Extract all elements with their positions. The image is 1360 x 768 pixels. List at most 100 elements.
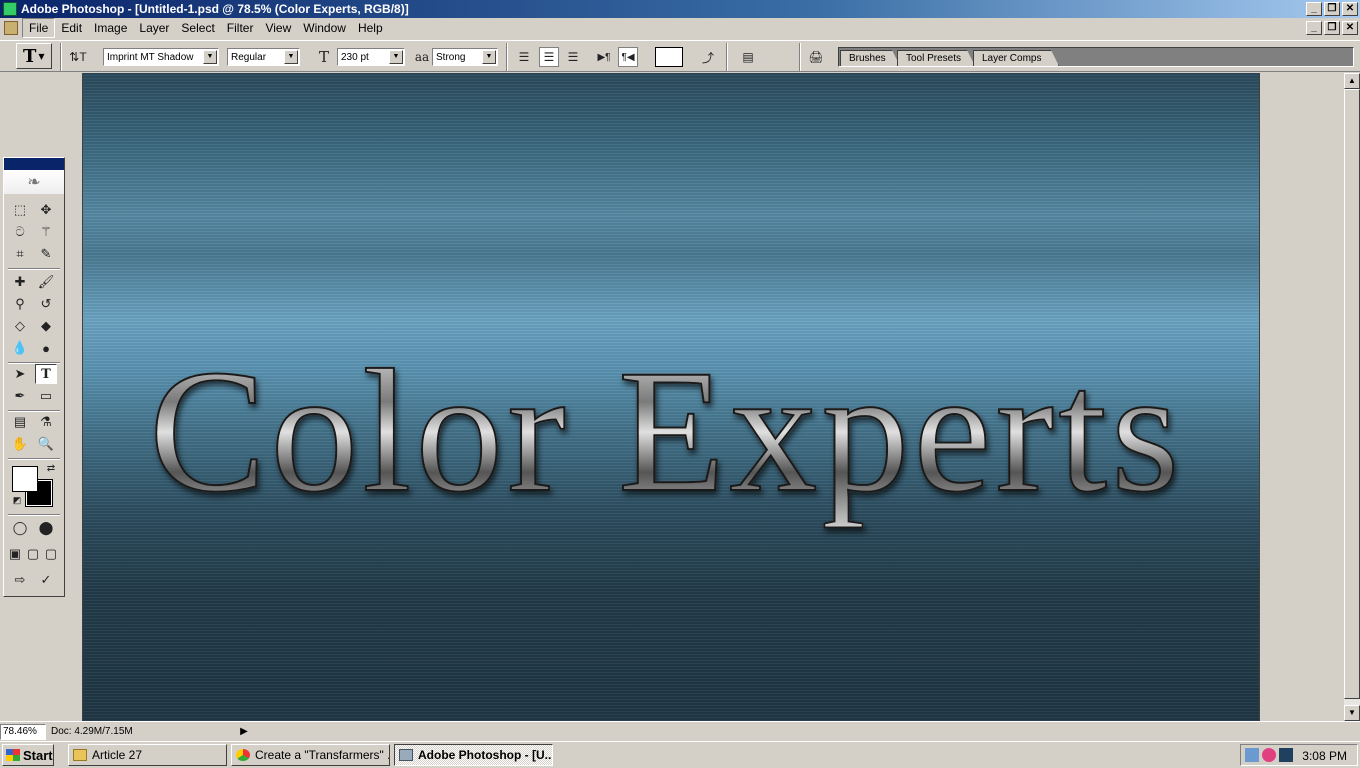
security-icon[interactable] bbox=[1262, 748, 1276, 762]
font-size-icon: T bbox=[318, 48, 329, 66]
canvas-text-layer[interactable]: Color Experts bbox=[148, 331, 1184, 533]
full-screen-menu-mode-icon[interactable]: ▢ bbox=[24, 544, 42, 564]
taskbar-item-chrome[interactable]: Create a "Transfarmers" ... bbox=[231, 744, 390, 766]
full-screen-mode-icon[interactable]: ▢ bbox=[42, 544, 60, 564]
rtl-direction-icon[interactable]: ¶◀ bbox=[618, 47, 638, 67]
text-orientation-icon[interactable]: ⇅T bbox=[68, 47, 88, 67]
toolbox-title-bar[interactable] bbox=[4, 158, 64, 170]
zoom-tool-icon[interactable]: 🔍 bbox=[35, 434, 57, 454]
separator bbox=[8, 268, 60, 270]
separator bbox=[726, 43, 728, 71]
start-button[interactable]: Start bbox=[2, 744, 54, 766]
magic-wand-tool-icon[interactable]: ⚚ bbox=[35, 222, 57, 242]
align-center-icon[interactable]: ☰ bbox=[539, 47, 559, 67]
chevron-down-icon: ▼ bbox=[284, 50, 298, 64]
separator bbox=[60, 43, 62, 71]
close-button[interactable]: ✕ bbox=[1342, 2, 1358, 16]
font-size-select[interactable]: 230 pt ▼ bbox=[337, 48, 405, 66]
tool-preset-picker[interactable]: T ▼ bbox=[16, 43, 52, 69]
slice-tool-icon[interactable]: ✎ bbox=[35, 244, 57, 264]
font-size-value: 230 pt bbox=[341, 51, 369, 63]
feather-logo-icon[interactable]: ❧ bbox=[4, 170, 64, 194]
chevron-down-icon: ▼ bbox=[38, 51, 45, 61]
path-selection-tool-icon[interactable]: ➤ bbox=[9, 364, 31, 384]
tab-brushes[interactable]: Brushes bbox=[840, 50, 900, 66]
dodge-tool-icon[interactable]: ● bbox=[35, 338, 57, 358]
move-tool-icon[interactable]: ✥ bbox=[35, 200, 57, 220]
lasso-tool-icon[interactable]: ට bbox=[9, 222, 31, 242]
menu-image[interactable]: Image bbox=[88, 19, 133, 37]
minimize-button[interactable]: _ bbox=[1306, 2, 1322, 16]
jump-to-imageready-icon[interactable]: ⇨ bbox=[9, 570, 31, 590]
doc-restore-button[interactable]: ❐ bbox=[1324, 21, 1340, 35]
align-left-icon[interactable]: ☰ bbox=[514, 47, 534, 67]
separator bbox=[506, 43, 508, 71]
clock[interactable]: 3:08 PM bbox=[1302, 749, 1347, 763]
menu-window[interactable]: Window bbox=[297, 19, 352, 37]
restore-button[interactable]: ❐ bbox=[1324, 2, 1340, 16]
taskbar-item-label: Adobe Photoshop - [U... bbox=[418, 748, 553, 762]
blur-tool-icon[interactable]: 💧 bbox=[9, 338, 31, 358]
antialias-select[interactable]: Strong ▼ bbox=[432, 48, 498, 66]
brush-tool-icon[interactable]: 🖌 bbox=[35, 272, 57, 292]
imageready-icon[interactable]: ✓ bbox=[35, 570, 57, 590]
menu-edit[interactable]: Edit bbox=[55, 19, 88, 37]
pen-tool-icon[interactable]: ✒ bbox=[9, 386, 31, 406]
vertical-scrollbar[interactable]: ▲ ▼ bbox=[1344, 73, 1360, 721]
menu-help[interactable]: Help bbox=[352, 19, 389, 37]
scroll-up-button[interactable]: ▲ bbox=[1344, 73, 1360, 89]
foreground-color-swatch[interactable] bbox=[12, 466, 38, 492]
window-controls: _ ❐ ✕ bbox=[1306, 2, 1358, 16]
menu-filter[interactable]: Filter bbox=[221, 19, 260, 37]
taskbar-item-photoshop[interactable]: Adobe Photoshop - [U... bbox=[394, 744, 553, 766]
document-icon[interactable] bbox=[4, 21, 18, 35]
menu-select[interactable]: Select bbox=[175, 19, 220, 37]
ltr-direction-icon[interactable]: ▶¶ bbox=[594, 47, 614, 67]
taskbar-item-article-27[interactable]: Article 27 bbox=[68, 744, 227, 766]
standard-screen-mode-icon[interactable]: ▣ bbox=[6, 544, 24, 564]
menu-file[interactable]: File bbox=[22, 18, 56, 38]
network-icon[interactable] bbox=[1245, 748, 1259, 762]
clone-stamp-tool-icon[interactable]: ⚲ bbox=[9, 294, 31, 314]
quick-mask-mode-icon[interactable]: ⬤ bbox=[35, 518, 57, 538]
default-colors-icon[interactable]: ◩ bbox=[6, 490, 28, 510]
marquee-tool-icon[interactable]: ⬚ bbox=[9, 200, 31, 220]
taskbar: Start Article 27 Create a "Transfarmers"… bbox=[0, 741, 1360, 768]
status-menu-arrow-icon[interactable]: ▶ bbox=[236, 724, 252, 740]
separator bbox=[799, 43, 801, 71]
menu-view[interactable]: View bbox=[259, 19, 297, 37]
document-canvas[interactable]: Color Experts bbox=[82, 73, 1260, 721]
standard-mode-icon[interactable]: ◯ bbox=[9, 518, 31, 538]
palettes-toggle-icon[interactable]: ▤ bbox=[738, 47, 758, 67]
warp-text-icon[interactable]: ⤴ bbox=[698, 47, 718, 67]
display-icon[interactable] bbox=[1279, 748, 1293, 762]
type-tool-icon[interactable]: T bbox=[35, 364, 57, 384]
doc-close-button[interactable]: ✕ bbox=[1342, 21, 1358, 35]
text-color-swatch[interactable] bbox=[655, 47, 683, 67]
rectangle-tool-icon[interactable]: ▭ bbox=[35, 386, 57, 406]
eyedropper-tool-icon[interactable]: ⚗ bbox=[35, 412, 57, 432]
tab-tool-presets[interactable]: Tool Presets bbox=[897, 50, 975, 66]
healing-brush-tool-icon[interactable]: ✚ bbox=[9, 272, 31, 292]
zoom-level-field[interactable]: 78.46% bbox=[0, 724, 46, 740]
menu-layer[interactable]: Layer bbox=[133, 19, 175, 37]
antialias-icon: aa bbox=[414, 50, 430, 64]
history-brush-tool-icon[interactable]: ↺ bbox=[35, 294, 57, 314]
doc-minimize-button[interactable]: _ bbox=[1306, 21, 1322, 35]
font-family-select[interactable]: Imprint MT Shadow ▼ bbox=[103, 48, 219, 66]
separator bbox=[8, 514, 60, 516]
hand-tool-icon[interactable]: ✋ bbox=[9, 434, 31, 454]
paint-bucket-tool-icon[interactable]: ◆ bbox=[35, 316, 57, 336]
scroll-down-button[interactable]: ▼ bbox=[1344, 705, 1360, 721]
font-style-select[interactable]: Regular ▼ bbox=[227, 48, 300, 66]
eraser-tool-icon[interactable]: ◇ bbox=[9, 316, 31, 336]
swap-colors-icon[interactable]: ⇄ bbox=[40, 458, 62, 478]
tab-layer-comps[interactable]: Layer Comps bbox=[973, 50, 1059, 66]
scroll-thumb[interactable] bbox=[1344, 89, 1360, 699]
crop-tool-icon[interactable]: ⌗ bbox=[9, 244, 31, 264]
window-title: Adobe Photoshop - [Untitled-1.psd @ 78.5… bbox=[21, 2, 409, 16]
system-tray: 3:08 PM bbox=[1240, 744, 1358, 766]
notes-tool-icon[interactable]: ▤ bbox=[9, 412, 31, 432]
align-right-icon[interactable]: ☰ bbox=[563, 47, 583, 67]
go-to-bridge-icon[interactable]: 🖨 bbox=[806, 47, 826, 67]
